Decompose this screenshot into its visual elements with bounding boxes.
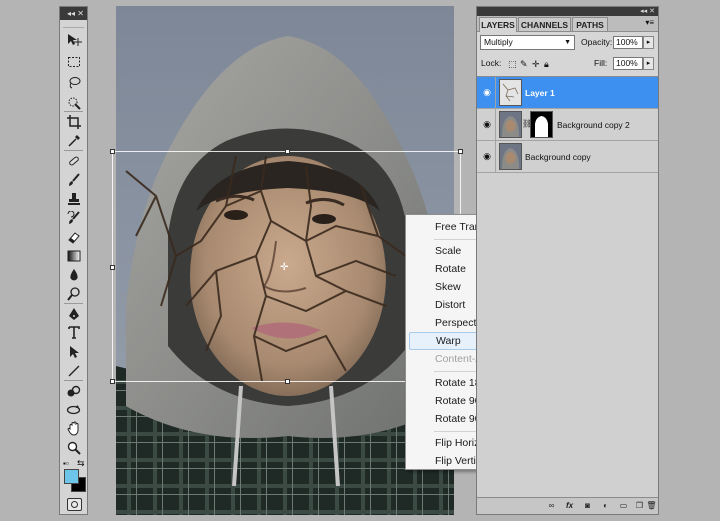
- transform-handle-bottom[interactable]: [285, 379, 290, 384]
- healing-brush-tool-icon[interactable]: [63, 152, 84, 169]
- tab-paths[interactable]: PATHS: [572, 17, 608, 31]
- dodge-tool-icon[interactable]: [63, 285, 84, 302]
- panel-tabs: LAYERS CHANNELS PATHS ▾≡: [477, 16, 658, 32]
- type-tool-icon[interactable]: [63, 324, 84, 341]
- fx-icon[interactable]: fx: [563, 500, 576, 511]
- chevron-down-icon: ▼: [564, 39, 571, 46]
- clone-stamp-tool-icon[interactable]: [63, 190, 84, 207]
- opacity-slider-button[interactable]: ▸: [643, 36, 654, 49]
- transform-handle-left[interactable]: [110, 265, 115, 270]
- quick-mask-icon[interactable]: [67, 498, 82, 511]
- tab-layers[interactable]: LAYERS: [479, 17, 517, 32]
- layers-panel-footer: ∞ fx ◙ ◐ ▭ ❐ 🗑︎: [477, 497, 658, 514]
- lock-pixels-icon[interactable]: ✎: [520, 58, 528, 70]
- layer-name[interactable]: Background copy 2: [557, 109, 630, 141]
- toolbox-header[interactable]: ◂◂ ✕: [60, 7, 87, 20]
- move-tool-icon[interactable]: [63, 31, 84, 48]
- transform-handle-bottom-left[interactable]: [110, 379, 115, 384]
- fill-label: Fill:: [594, 58, 608, 68]
- blur-tool-icon[interactable]: [63, 266, 84, 283]
- layer-name[interactable]: Layer 1: [525, 77, 555, 109]
- lasso-tool-icon[interactable]: [63, 74, 84, 91]
- tools-panel: ◂◂ ✕ ▪▫ ⇆: [59, 6, 88, 515]
- layers-list: ◉ Layer 1 ◉ ⛓ Background copy 2 ◉ Backgr…: [477, 76, 658, 501]
- brush-tool-icon[interactable]: [63, 171, 84, 188]
- opacity-input[interactable]: 100%: [613, 36, 643, 49]
- lock-position-icon[interactable]: ✛: [532, 58, 540, 70]
- default-colors-icon[interactable]: ▪▫: [63, 459, 69, 468]
- fill-slider-button[interactable]: ▸: [643, 57, 654, 70]
- zoom-tool-icon[interactable]: [63, 439, 84, 456]
- layer-name[interactable]: Background copy: [525, 141, 591, 173]
- foreground-color-swatch[interactable]: [64, 469, 79, 484]
- quick-select-tool-icon[interactable]: [63, 94, 84, 111]
- hand-tool-icon[interactable]: [63, 420, 84, 437]
- visibility-eye-icon[interactable]: ◉: [480, 119, 494, 130]
- pen-tool-icon[interactable]: [63, 305, 84, 322]
- visibility-eye-icon[interactable]: ◉: [480, 151, 494, 162]
- layer-row-layer-1[interactable]: ◉ Layer 1: [477, 77, 658, 109]
- new-group-icon[interactable]: ▭: [617, 500, 630, 511]
- layer-mask-thumbnail[interactable]: [530, 111, 553, 138]
- history-brush-tool-icon[interactable]: [63, 209, 84, 226]
- trash-icon[interactable]: 🗑︎: [645, 500, 658, 511]
- layers-panel-header[interactable]: ◂◂ ✕: [477, 7, 658, 16]
- line-tool-icon[interactable]: [63, 362, 84, 379]
- blend-mode-value: Multiply: [484, 37, 513, 47]
- transform-handle-top-left[interactable]: [110, 149, 115, 154]
- eyedropper-tool-icon[interactable]: [63, 132, 84, 149]
- gradient-tool-icon[interactable]: [63, 247, 84, 264]
- layer-row-background-copy-2[interactable]: ◉ ⛓ Background copy 2: [477, 109, 658, 141]
- layer-thumbnail: [499, 79, 522, 106]
- 3d-orbit-tool-icon[interactable]: [63, 401, 84, 418]
- add-mask-icon[interactable]: ◙: [581, 500, 594, 511]
- tab-channels[interactable]: CHANNELS: [518, 17, 571, 31]
- layer-row-background-copy[interactable]: ◉ Background copy: [477, 141, 658, 173]
- layer-thumbnail: [499, 143, 522, 170]
- fill-input[interactable]: 100%: [613, 57, 643, 70]
- link-layers-icon[interactable]: ∞: [545, 500, 558, 511]
- lock-transparent-icon[interactable]: ⬚: [508, 58, 517, 70]
- transform-center-point[interactable]: ✛: [280, 263, 288, 273]
- path-select-tool-icon[interactable]: [63, 343, 84, 360]
- opacity-label: Opacity:: [581, 37, 613, 47]
- visibility-eye-icon[interactable]: ◉: [480, 87, 494, 98]
- adjustment-layer-icon[interactable]: ◐: [599, 500, 612, 511]
- transform-handle-top[interactable]: [285, 149, 290, 154]
- blend-mode-select[interactable]: Multiply ▼: [480, 35, 575, 50]
- toolbox-grip[interactable]: [63, 21, 84, 28]
- transform-handle-top-right[interactable]: [458, 149, 463, 154]
- lock-label: Lock:: [481, 58, 502, 68]
- swap-colors-icon[interactable]: ⇆: [77, 458, 85, 469]
- layers-panel: ◂◂ ✕ LAYERS CHANNELS PATHS ▾≡ Multiply ▼…: [476, 6, 659, 515]
- marquee-tool-icon[interactable]: [63, 53, 84, 70]
- lock-all-icon[interactable]: 🔒︎: [544, 58, 549, 70]
- 3d-rotate-tool-icon[interactable]: [63, 382, 84, 399]
- panel-menu-icon[interactable]: ▾≡: [645, 18, 654, 27]
- eraser-tool-icon[interactable]: [63, 228, 84, 245]
- layer-thumbnail: [499, 111, 522, 138]
- crop-tool-icon[interactable]: [63, 113, 84, 130]
